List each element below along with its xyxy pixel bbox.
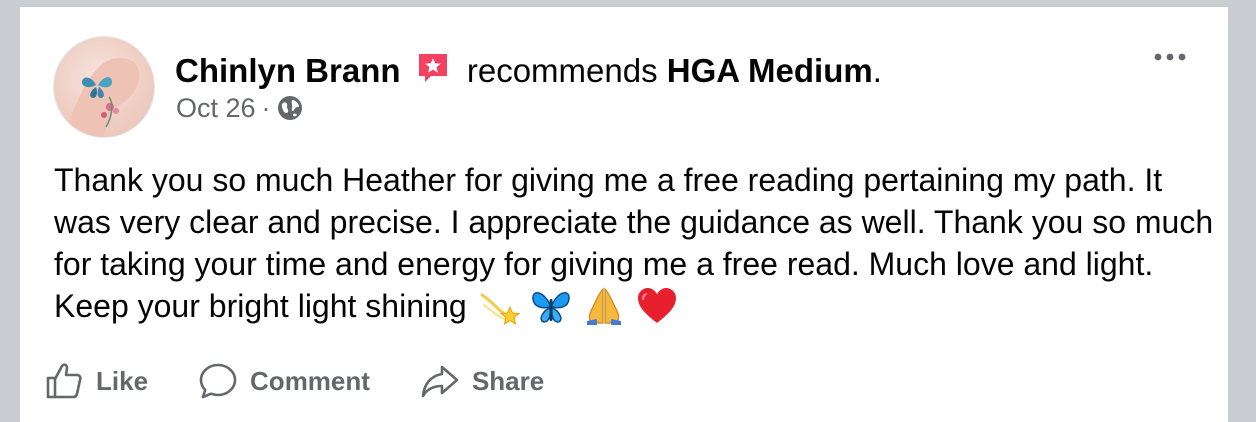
- post-meta: Oct 26 ·: [176, 91, 303, 125]
- butterfly-emoji: [532, 292, 571, 323]
- post-header: Chinlyn Brann recommends HGA Medium.: [175, 51, 882, 91]
- page-name-suffix: .: [872, 52, 882, 89]
- emoji-group: [476, 287, 679, 326]
- author-name[interactable]: Chinlyn Brann: [175, 52, 401, 89]
- comment-label: Comment: [250, 365, 370, 396]
- dizzy-star-emoji: [480, 293, 520, 326]
- post-body: Thank you so much Heather for giving me …: [54, 159, 1214, 327]
- share-button[interactable]: Share: [420, 361, 544, 401]
- page-name-link[interactable]: HGA Medium: [667, 52, 873, 89]
- share-icon: [421, 365, 459, 398]
- like-button[interactable]: Like: [44, 361, 148, 401]
- meta-separator: ·: [261, 93, 271, 123]
- share-label: Share: [471, 365, 545, 396]
- recommends-text: recommends: [466, 52, 658, 89]
- post-actions: Like Comment Share: [44, 359, 594, 403]
- folded-hands-emoji: [587, 287, 622, 325]
- thumbs-up-icon: [46, 363, 82, 399]
- comment-button[interactable]: Comment: [198, 361, 370, 401]
- post-card: Chinlyn Brann recommends HGA Medium. Oct…: [20, 7, 1228, 422]
- recommend-icon: [418, 54, 447, 82]
- avatar[interactable]: [53, 36, 155, 138]
- more-options-icon[interactable]: [1152, 47, 1188, 67]
- like-label: Like: [96, 365, 149, 396]
- comment-icon: [199, 363, 237, 399]
- red-heart-emoji: [638, 288, 677, 323]
- post-date[interactable]: Oct 26: [176, 93, 256, 123]
- globe-icon: [277, 96, 302, 120]
